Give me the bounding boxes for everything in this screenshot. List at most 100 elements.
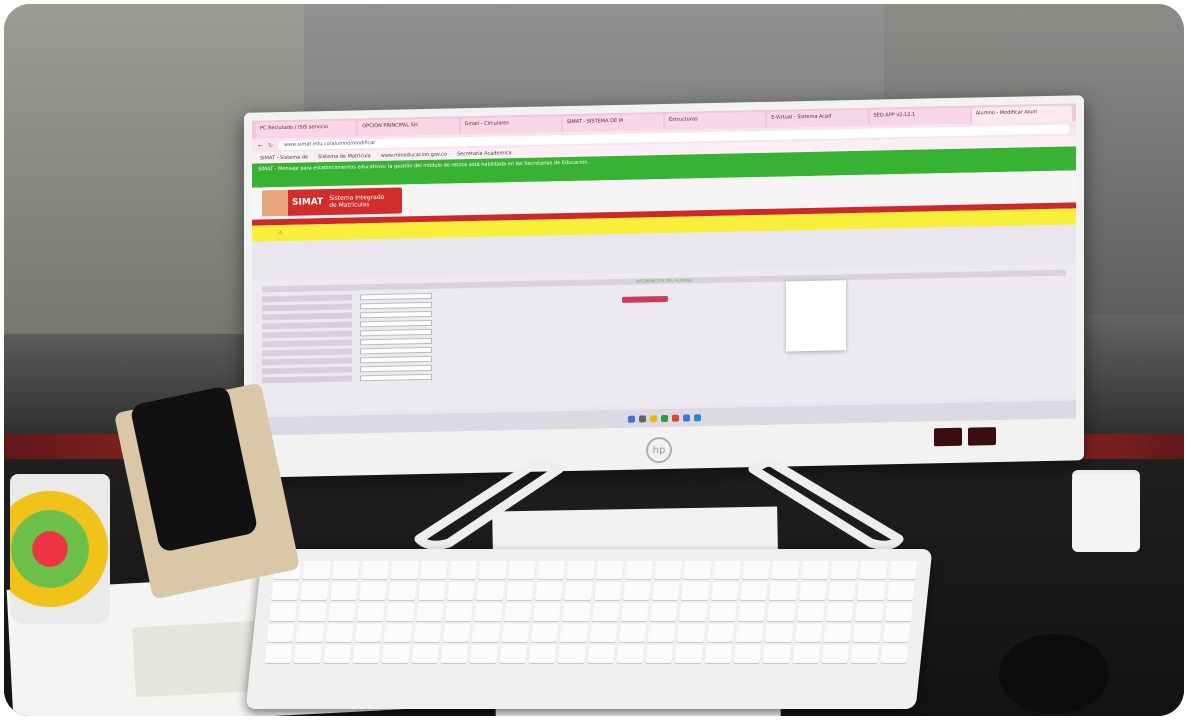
keyboard-key [679,603,708,621]
keyboard-key [325,624,354,642]
keyboard-key [300,582,329,600]
all-in-one-monitor: PC Reclutado / ISIS servicio OPCION PRIN… [244,95,1084,478]
keyboard-key [792,645,821,663]
browser-tab[interactable]: OPCION PRINCIPAL Sis [358,118,459,137]
keyboard-key [469,645,498,663]
back-arrow-icon[interactable]: ← [258,142,263,149]
logo-brand: SIMAT [292,197,324,208]
keyboard-key [713,561,742,579]
browser-tab[interactable]: SIMAT - SISTEMA DE M [562,114,663,133]
keyboard-key [794,624,823,642]
keyboard-key [618,624,647,642]
photo: PC Reclutado / ISIS servicio OPCION PRIN… [4,4,1184,716]
browser-tab[interactable]: Estructuras [665,111,766,130]
keyboard-key [677,624,706,642]
keyboard-key [681,582,710,600]
keyboard-key [361,561,390,579]
keyboard-key [622,582,652,600]
keyboard-key [562,603,591,621]
form-field[interactable] [360,346,432,355]
keyboard-key [886,582,915,600]
browser-tab[interactable]: PC Reclutado / ISIS servicio [256,120,357,139]
field-label [262,357,352,366]
keyboard-key [329,582,358,600]
keyboard-key [654,561,683,579]
form-field[interactable] [360,328,432,337]
taskbar-app-icon[interactable] [671,414,679,422]
keyboard-key [331,561,361,579]
keyboard-key [501,624,530,642]
keyboard-key [591,603,620,621]
keyboard-key [762,645,792,663]
field-label [262,366,352,375]
taskbar-app-icon[interactable] [693,413,701,421]
bookmark-item[interactable]: SIMAT - Sistema de [260,154,308,161]
form-field[interactable] [360,319,432,328]
browser-tab[interactable]: E-Virtual - Sistema Acad [767,109,868,128]
keyboard-key [765,624,794,642]
keyboard-key [295,624,325,642]
keyboard [245,549,933,709]
form-field[interactable] [360,310,432,319]
warning-icon: ⚠ [278,229,283,237]
browser-tab-active[interactable]: Alumno - Modificar Alum [971,105,1072,124]
taskbar-app-icon[interactable] [649,414,657,422]
keyboard-key [850,645,879,663]
start-icon[interactable] [627,415,635,423]
keyboard-key [645,645,674,663]
keyboard-key [557,645,586,663]
keyboard-key [302,561,331,579]
keyboard-key [471,624,501,642]
field-label [262,375,352,384]
taskbar-app-icon[interactable] [660,414,668,422]
taskbar-app-icon[interactable] [682,413,690,422]
keyboard-key [771,561,800,579]
field-label [262,294,352,303]
keyboard-key [740,582,769,600]
browser-tab[interactable]: SED APP v2.12.1 [869,107,970,126]
keyboard-keys [261,561,918,697]
keyboard-key [415,603,444,621]
keyboard-key [769,582,798,600]
bookmark-item[interactable]: www.mineducacion.gov.co [381,151,447,158]
keyboard-key [708,603,737,621]
bookmark-item[interactable]: Sistema de Matricula [318,153,371,160]
computer-mouse [999,634,1109,714]
field-label [262,321,352,330]
keyboard-key [390,561,419,579]
browser-tab[interactable]: Gmail - Circulares [460,116,561,135]
form-field[interactable] [360,301,432,310]
keyboard-key [530,624,559,642]
keyboard-key [652,582,681,600]
keyboard-key [882,624,911,642]
keyboard-key [825,603,855,621]
form-field[interactable] [360,355,432,364]
logo-subtitle: Sistema Integrado de Matrículas [329,194,384,209]
form-field[interactable] [360,364,432,373]
keyboard-key [742,561,771,579]
keyboard-key [327,603,356,621]
keyboard-key [359,582,388,600]
student-form: INFORMACION DEL ALUMNO [252,263,1076,414]
field-label [262,339,352,348]
keyboard-key [266,624,295,642]
form-field[interactable] [360,337,432,346]
keyboard-key [476,582,505,600]
keyboard-key [537,561,566,579]
verify-button[interactable] [622,295,668,303]
sticker [934,427,962,447]
cream-jar [1072,474,1140,552]
taskbar-app-icon[interactable] [638,414,646,423]
field-label [262,303,352,312]
reload-icon[interactable]: ↻ [268,142,273,149]
date-dropdown[interactable] [786,280,846,352]
keyboard-key [796,603,825,621]
form-field[interactable] [360,373,432,382]
keyboard-key [767,603,796,621]
bookmark-item[interactable]: Secretaria Academica [457,150,512,157]
keyboard-key [880,645,909,663]
field-label [262,348,352,357]
form-field[interactable] [360,292,432,301]
keyboard-key [852,624,882,642]
keyboard-key [417,582,446,600]
